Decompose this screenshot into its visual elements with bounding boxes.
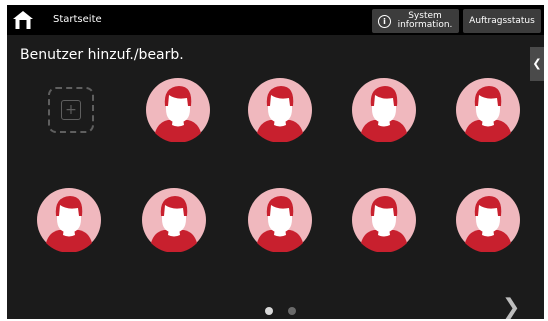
side-panel-toggle[interactable]: ❮ [530,47,544,81]
system-information-button[interactable]: i System information. [372,9,459,33]
user-avatar-icon [142,188,206,253]
user-avatar-icon [352,188,416,253]
user-tile[interactable] [248,188,312,253]
user-tile[interactable] [352,188,416,253]
user-avatar-icon [248,188,312,253]
user-tile[interactable] [456,188,520,253]
user-tile[interactable] [37,188,101,253]
next-page-button[interactable]: ❯ [502,295,521,319]
page-dot-2[interactable] [288,307,296,315]
device-screen: Startseite i System information. Auftrag… [7,5,544,319]
add-user-plus-icon: + [61,100,81,120]
page-dot-1[interactable] [265,307,273,315]
user-avatar-icon [456,188,520,253]
system-information-label: System information. [397,11,453,30]
user-tile[interactable] [456,78,520,143]
chevron-right-icon: ❯ [502,295,521,319]
home-label[interactable]: Startseite [53,5,102,35]
user-avatar-icon [146,78,210,143]
user-avatar-icon [37,188,101,253]
home-button[interactable] [11,8,35,32]
chevron-left-icon: ❮ [532,57,542,70]
home-icon [13,11,33,29]
user-avatar-icon [456,78,520,143]
user-avatar-icon [352,78,416,143]
user-tile[interactable] [352,78,416,143]
user-tile[interactable] [248,78,312,143]
info-icon: i [378,14,391,28]
top-bar: Startseite i System information. Auftrag… [7,5,544,35]
job-status-button[interactable]: Auftragsstatus [463,9,541,33]
add-user-button[interactable]: + [48,87,94,133]
user-tile[interactable] [146,78,210,143]
user-avatar-icon [248,78,312,143]
page-title: Benutzer hinzuf./bearb. [20,47,184,63]
user-tile[interactable] [142,188,206,253]
